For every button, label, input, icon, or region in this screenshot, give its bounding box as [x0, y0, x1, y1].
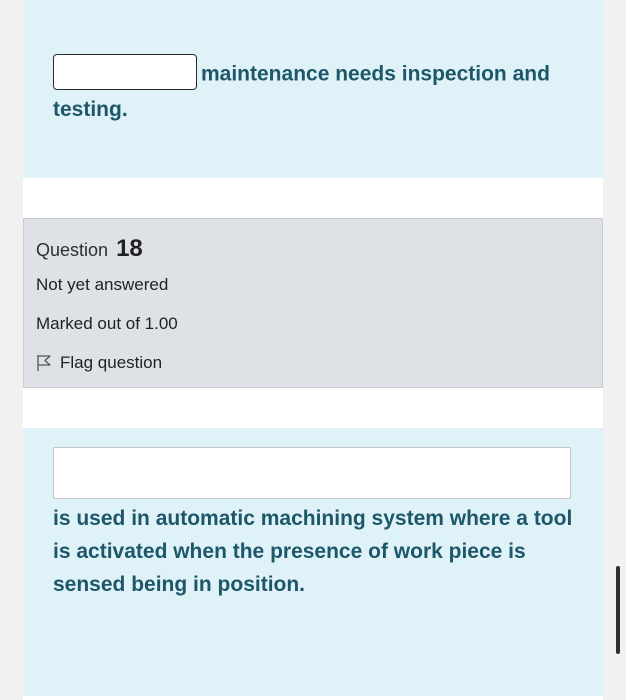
question-18-info: Question 18 Not yet answered Marked out … — [23, 218, 603, 388]
question-18-content: is used in automatic machining system wh… — [23, 428, 603, 696]
question-number: Question 18 — [36, 235, 143, 263]
question-18-text: is used in automatic machining system wh… — [53, 507, 573, 596]
question-17-text: maintenance needs inspection and testing… — [53, 54, 573, 126]
q18-answer-input[interactable] — [53, 447, 571, 499]
question-number-value: 18 — [116, 235, 143, 262]
question-17-content: maintenance needs inspection and testing… — [23, 0, 603, 178]
question-label: Question — [36, 240, 109, 260]
q17-answer-input[interactable] — [53, 54, 197, 90]
flag-question-label: Flag question — [60, 353, 163, 372]
quiz-page: maintenance needs inspection and testing… — [23, 0, 603, 700]
question-grade: Marked out of 1.00 — [36, 314, 178, 333]
flag-question-link[interactable]: Flag question — [36, 353, 162, 373]
flag-icon — [37, 355, 51, 371]
scrollbar[interactable] — [616, 566, 620, 654]
question-state: Not yet answered — [36, 275, 169, 294]
